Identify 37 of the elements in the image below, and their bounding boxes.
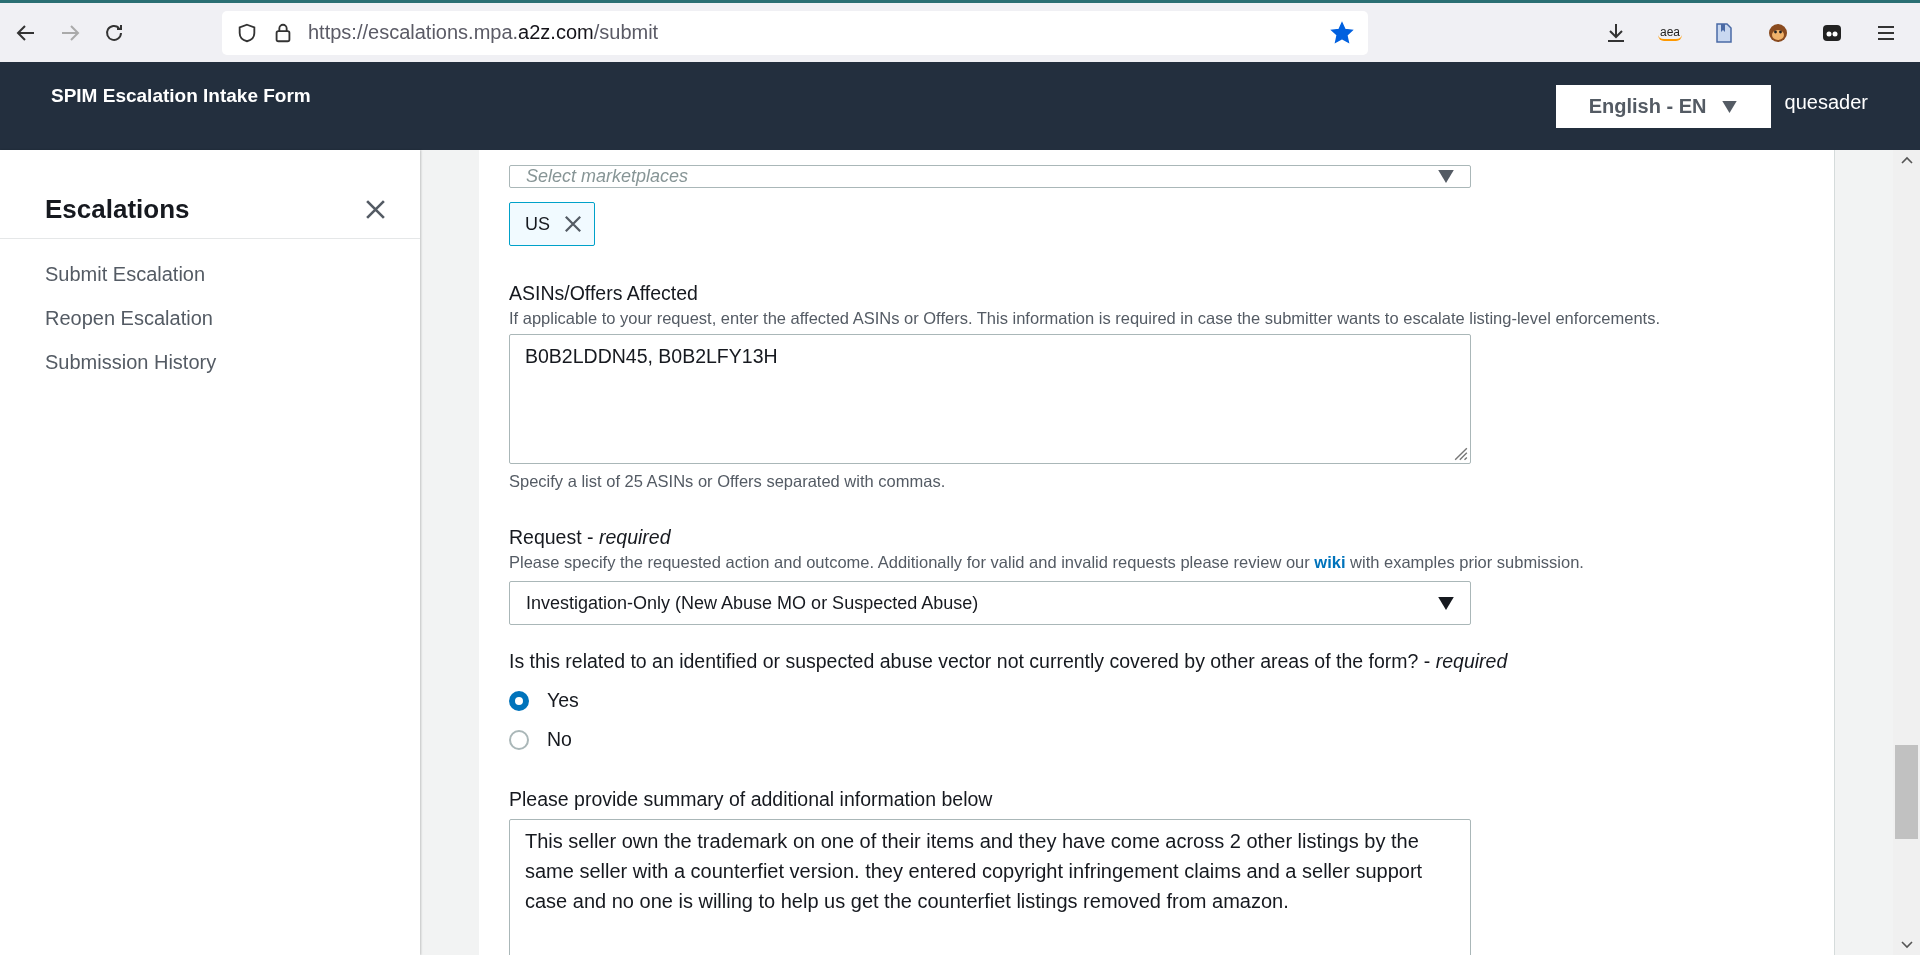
caret-icon <box>1722 100 1738 113</box>
wiki-link[interactable]: wiki <box>1314 553 1346 571</box>
field-description: Please specify the requested action and outcome. Additionally for valid and invalid requests please review our wiki with examples prior submission. <box>509 552 1585 573</box>
token-label: US <box>525 213 550 235</box>
app-title: SPIM Escalation Intake Form <box>51 85 311 107</box>
close-icon[interactable] <box>365 198 386 220</box>
sidebar-link[interactable]: Submission History <box>45 351 375 374</box>
field-label: ASINs/Offers Affected <box>509 281 699 306</box>
asins-textarea[interactable]: B0B2LDDN45, B0B2LFY13H <box>509 334 1471 464</box>
address-bar[interactable]: https://escalations.mpa.a2z.com/submit <box>222 10 1368 55</box>
star-icon[interactable] <box>1330 20 1354 45</box>
url-text: https://escalations.mpa.a2z.com/submit <box>308 21 660 44</box>
field-label: Request - required <box>509 525 672 550</box>
resize-handle-icon[interactable] <box>1454 447 1468 461</box>
language-select[interactable]: English - EN <box>1555 85 1771 128</box>
radio-button[interactable] <box>509 729 529 750</box>
radio-button[interactable] <box>509 690 529 711</box>
sidebar-link[interactable]: Reopen Escalation <box>45 307 375 330</box>
field-label: Please provide summary of additional information below <box>509 787 994 812</box>
request-select[interactable]: Investigation-Only (New Abuse MO or Suspected Abuse) <box>509 581 1471 625</box>
caret-icon <box>1438 596 1454 610</box>
field-label: Is this related to an identified or suspected abuse vector not currently covered by other areas of the form? - required <box>509 649 1509 674</box>
radio-label[interactable]: No <box>547 728 572 751</box>
user-name: quesader <box>1784 91 1868 114</box>
summary-textarea[interactable]: This seller own the trademark on one of their items and they have come across 2 other listings by the same seller with a counterfiet version. they entered copyright infringement claims and a seller support case and no one is willing to help us get the counterfiet listings removed from amazon. <box>509 819 1471 955</box>
radio-label[interactable]: Yes <box>547 689 579 712</box>
shield-icon <box>236 21 258 44</box>
sidebar-link[interactable]: Submit Escalation <box>45 263 375 286</box>
extension-button[interactable]: aea <box>1657 24 1682 41</box>
field-hint: Specify a list of 25 ASINs or Offers separated with commas. <box>509 472 947 491</box>
caret-icon <box>1438 170 1454 183</box>
field-description: If applicable to your request, enter the affected ASINs or Offers. This information is required in case the submitter wants to escalate listing-level enforcements. <box>509 308 1661 329</box>
scroll-up-icon[interactable] <box>1900 156 1913 164</box>
remove-icon[interactable] <box>564 215 582 233</box>
sidebar-title: Escalations <box>45 193 190 225</box>
scrollbar-thumb[interactable] <box>1895 745 1918 839</box>
scroll-down-icon[interactable] <box>1900 941 1913 949</box>
